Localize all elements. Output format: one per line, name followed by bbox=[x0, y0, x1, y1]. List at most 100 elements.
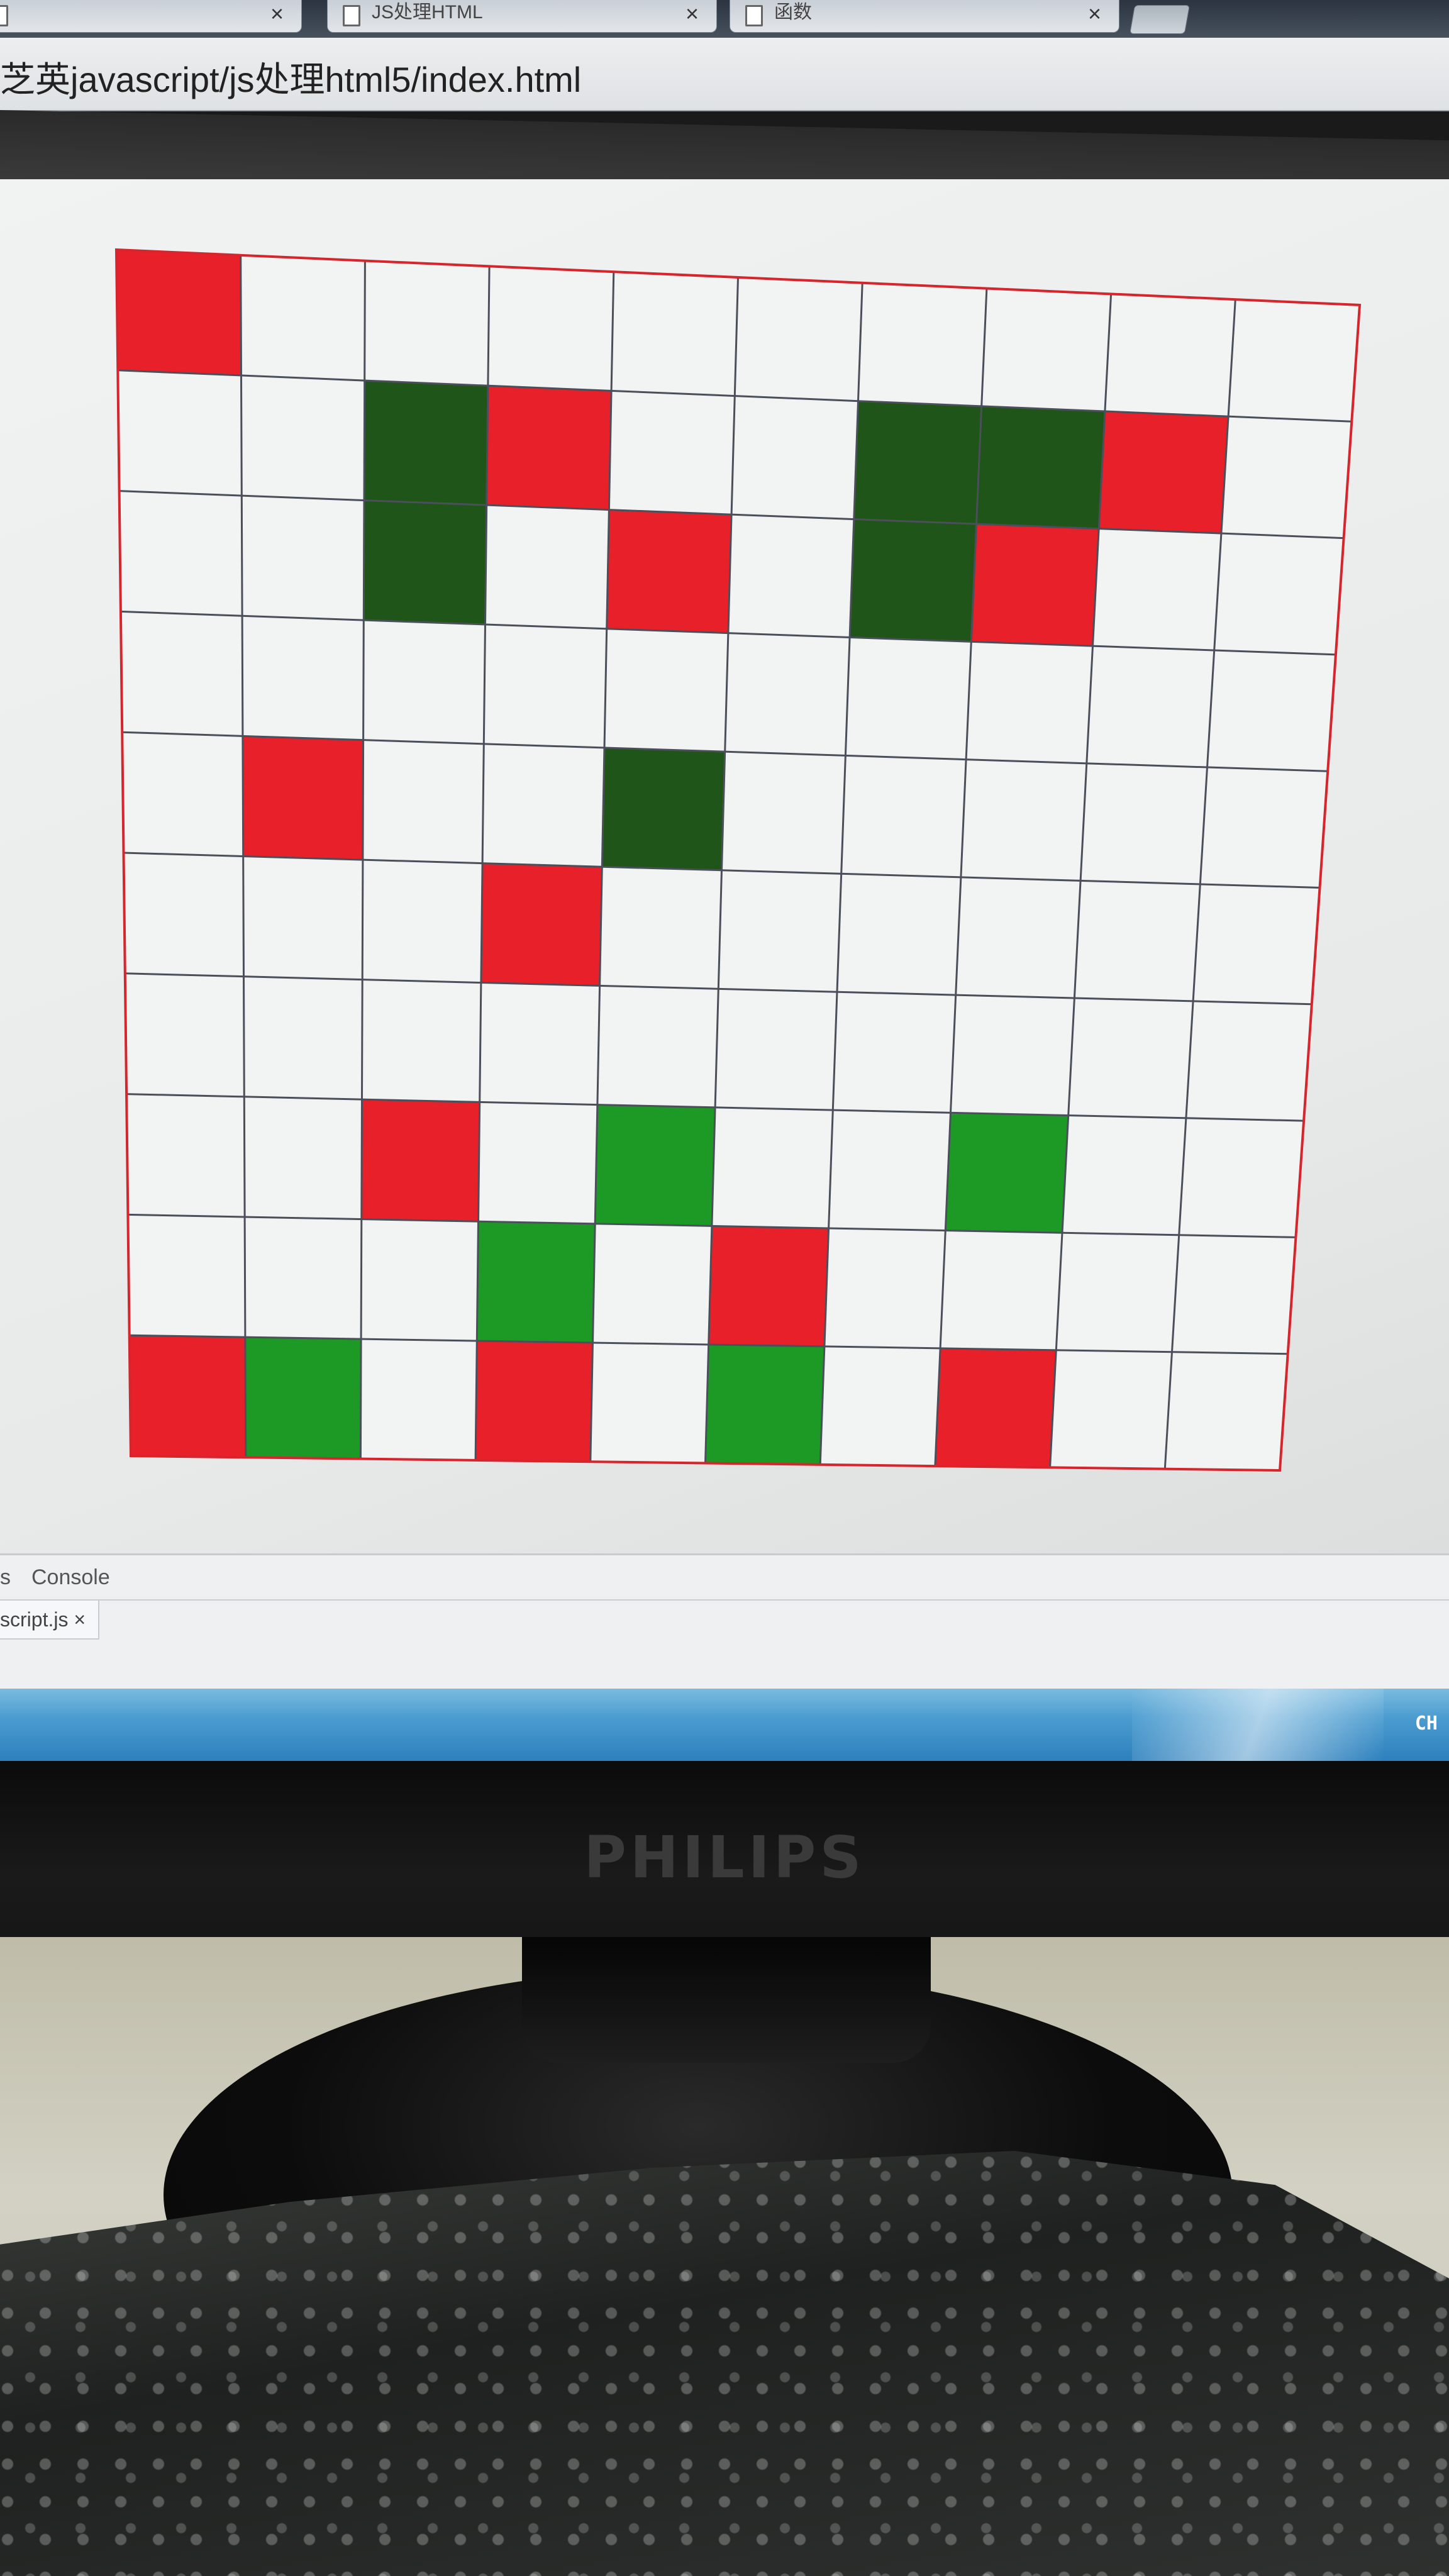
language-indicator[interactable]: CH bbox=[1415, 1713, 1438, 1735]
grid-cell-empty bbox=[484, 624, 607, 748]
page-viewport bbox=[0, 179, 1449, 1560]
grid-cell-empty bbox=[485, 505, 609, 629]
grid-cell-empty bbox=[828, 1110, 951, 1231]
grid-cell-red bbox=[1099, 411, 1229, 534]
browser-tab[interactable]: 函数 × bbox=[730, 0, 1119, 33]
grid-cell-empty bbox=[1080, 763, 1208, 884]
grid-cell-empty bbox=[362, 860, 483, 983]
grid-cell-empty bbox=[841, 755, 967, 877]
grid-cell-red bbox=[242, 736, 364, 860]
document-icon bbox=[0, 5, 8, 26]
grid-cell-empty bbox=[360, 1339, 477, 1460]
grid-cell-empty bbox=[1179, 1118, 1304, 1238]
grid-cell-empty bbox=[1062, 1115, 1186, 1235]
grid-cell-green bbox=[477, 1221, 596, 1343]
devtools-tab-bar: s Console bbox=[0, 1555, 1449, 1601]
grid-cell-green bbox=[705, 1344, 824, 1465]
grid-cell-empty bbox=[241, 375, 365, 501]
grid-cell-empty bbox=[604, 628, 728, 752]
photo-scene: × JS处理HTML × 函数 × 芝英javascript/js处理html5… bbox=[0, 0, 1449, 2576]
grid-cell-empty bbox=[362, 979, 481, 1102]
browser-tab[interactable]: × bbox=[0, 0, 302, 33]
devtools-tab-partial[interactable]: s bbox=[0, 1555, 11, 1599]
close-tab-icon[interactable]: × bbox=[270, 1, 284, 26]
windows-taskbar: CH bbox=[0, 1689, 1449, 1761]
grid-cell-empty bbox=[718, 870, 841, 992]
browser-tab[interactable]: JS处理HTML × bbox=[327, 0, 717, 33]
grid-cell-empty bbox=[1185, 1001, 1312, 1121]
grid-cell-red bbox=[606, 509, 732, 633]
grid-cell-empty bbox=[242, 496, 364, 621]
grid-cell-red bbox=[935, 1348, 1057, 1468]
grid-cell-empty bbox=[728, 514, 854, 638]
grid-cell-empty bbox=[1050, 1350, 1172, 1469]
grid-cell-empty bbox=[1200, 767, 1328, 888]
grid-cell-empty bbox=[1068, 998, 1194, 1118]
grid-cell-empty bbox=[1074, 880, 1201, 1001]
grid-cell-red bbox=[708, 1226, 829, 1346]
grid-cell-dark-green bbox=[364, 500, 487, 625]
grid-cell-dark-green bbox=[602, 748, 725, 870]
grid-cell-empty bbox=[478, 1102, 597, 1224]
new-tab-button[interactable] bbox=[1129, 5, 1191, 34]
grid-cell-empty bbox=[243, 976, 363, 1100]
tab-label: 函数 bbox=[774, 2, 812, 23]
grid-cell-empty bbox=[487, 266, 614, 391]
grid-cell-empty bbox=[1172, 1235, 1296, 1354]
grid-cell-empty bbox=[1086, 646, 1214, 767]
grid-cell-empty bbox=[597, 985, 719, 1108]
grid-cell-empty bbox=[245, 1217, 362, 1340]
grid-cell-empty bbox=[837, 874, 961, 996]
grid-cell-empty bbox=[123, 853, 244, 977]
devtools-file-tab[interactable]: script.js × bbox=[0, 1601, 100, 1640]
grid-cell-red bbox=[480, 863, 602, 986]
address-bar[interactable]: 芝英javascript/js处理html5/index.html bbox=[0, 38, 1449, 111]
grid-cell-red bbox=[361, 1099, 480, 1222]
close-tab-icon[interactable]: × bbox=[686, 1, 699, 26]
browser-tab-strip: × JS处理HTML × 函数 × bbox=[0, 0, 1449, 38]
grid-cell-dark-green bbox=[364, 380, 488, 506]
grid-cell-empty bbox=[731, 396, 858, 519]
monitor-stand-neck bbox=[522, 1937, 931, 2063]
grid-cell-empty bbox=[1193, 884, 1320, 1004]
grid-cell-empty bbox=[950, 995, 1075, 1116]
grid-cell-red bbox=[129, 1335, 246, 1458]
grid-cell-empty bbox=[362, 740, 484, 863]
grid-cell-empty bbox=[592, 1223, 712, 1345]
grid-cell-empty bbox=[1207, 650, 1336, 772]
grid-cell-empty bbox=[858, 282, 987, 406]
grid-cell-empty bbox=[611, 272, 738, 396]
grid-cell-empty bbox=[1228, 299, 1360, 422]
grid-cell-empty bbox=[126, 1094, 245, 1217]
grid-cell-empty bbox=[120, 611, 243, 736]
grid-cell-empty bbox=[244, 1096, 362, 1219]
url-text[interactable]: 芝英javascript/js处理html5/index.html bbox=[0, 52, 581, 103]
grid-cell-empty bbox=[715, 989, 837, 1111]
bubble-wrap bbox=[0, 2151, 1449, 2576]
grid-cell-empty bbox=[1104, 294, 1236, 417]
grid-cell-empty bbox=[1056, 1233, 1179, 1352]
grid-cell-dark-green bbox=[850, 519, 977, 642]
devtools-tab-console[interactable]: Console bbox=[31, 1555, 110, 1599]
tab-label: JS处理HTML bbox=[372, 2, 483, 23]
devtools-panel: s Console script.js × bbox=[0, 1553, 1449, 1690]
grid-cell-red bbox=[971, 524, 1099, 647]
grid-cell-empty bbox=[981, 288, 1111, 411]
grid-cell-empty bbox=[363, 620, 486, 744]
grid-cell-empty bbox=[1092, 528, 1221, 651]
grid-cell-empty bbox=[128, 1214, 245, 1338]
grid-cell-empty bbox=[590, 1343, 709, 1463]
close-tab-icon[interactable]: × bbox=[1088, 1, 1101, 26]
monitor-brand-logo: PHILIPS bbox=[584, 1824, 865, 1891]
grid-cell-empty bbox=[820, 1346, 941, 1467]
grid-cell-empty bbox=[721, 752, 846, 874]
document-icon bbox=[343, 5, 360, 26]
grid-cell-empty bbox=[824, 1228, 946, 1348]
grid-cell-green bbox=[595, 1104, 716, 1226]
color-grid bbox=[114, 248, 1362, 1472]
grid-cell-green bbox=[245, 1337, 362, 1459]
grid-cell-empty bbox=[940, 1230, 1062, 1350]
grid-cell-empty bbox=[118, 370, 242, 496]
grid-cell-empty bbox=[240, 255, 365, 381]
grid-cell-empty bbox=[833, 992, 956, 1113]
